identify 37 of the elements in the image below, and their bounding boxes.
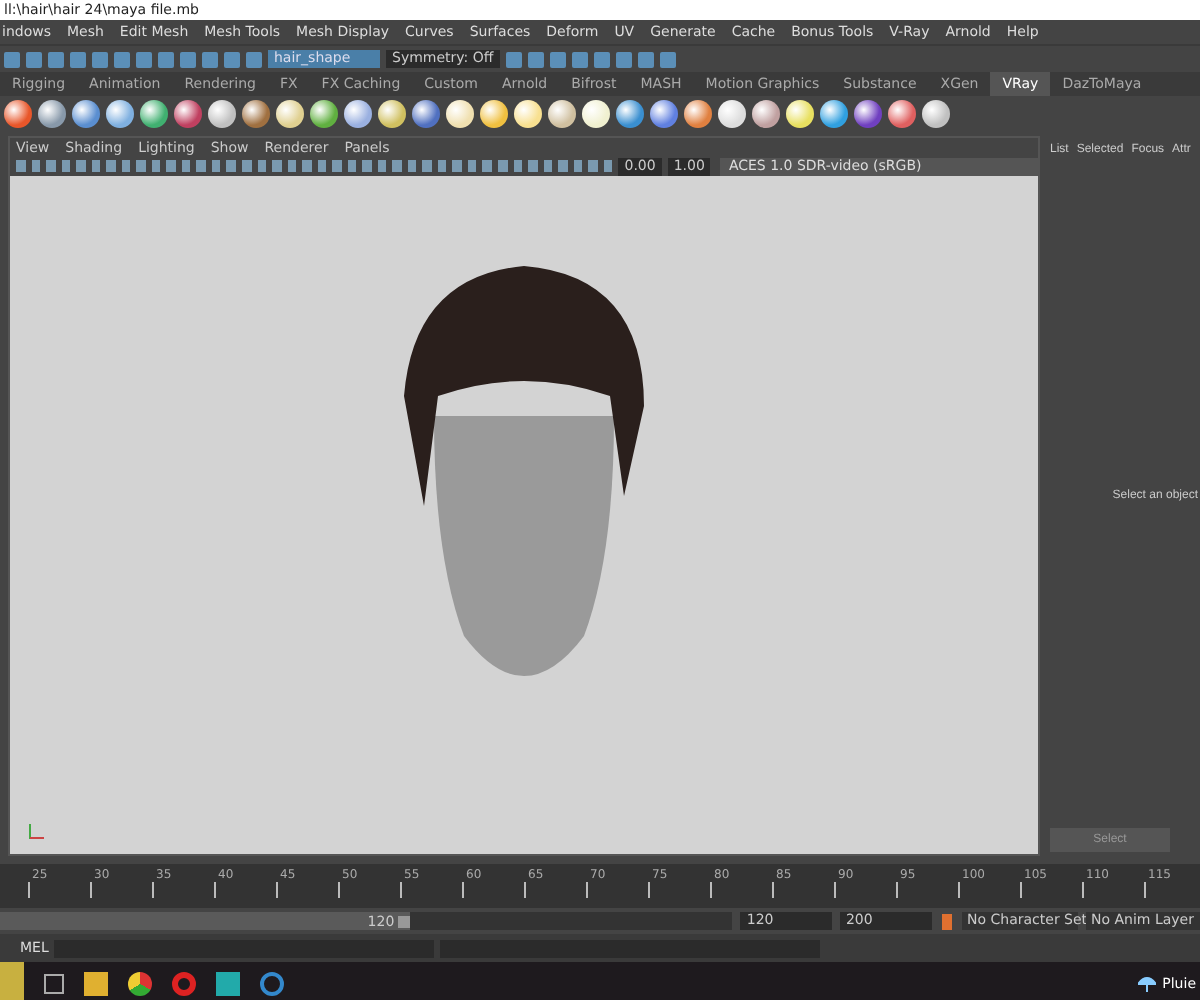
shelf-tool-icon[interactable] xyxy=(412,100,440,128)
shelf-tool-icon[interactable] xyxy=(922,100,950,128)
shelf-tool-icon[interactable] xyxy=(72,100,100,128)
shelf-tool-icon[interactable] xyxy=(276,100,304,128)
shelf-tool-icon[interactable] xyxy=(208,100,236,128)
shelf-tool-icon[interactable] xyxy=(854,100,882,128)
shelf-tool-icon[interactable] xyxy=(582,100,610,128)
browser-icon[interactable] xyxy=(128,971,152,995)
shelf-tool-icon[interactable] xyxy=(616,100,644,128)
umbrella-icon xyxy=(1138,974,1157,992)
shelf-tool-icon[interactable] xyxy=(888,100,916,128)
shelf-tool-icon[interactable] xyxy=(4,100,32,128)
shelf-tool-icon[interactable] xyxy=(514,100,542,128)
shelf-tool-icon[interactable] xyxy=(310,100,338,128)
app-icon[interactable] xyxy=(216,971,240,995)
shelf-tool-icon[interactable] xyxy=(548,100,576,128)
shelf-tool-icon[interactable] xyxy=(650,100,678,128)
shelf-tool-icon[interactable] xyxy=(378,100,406,128)
folder-icon[interactable] xyxy=(84,971,108,995)
shelf-tool-icon[interactable] xyxy=(106,100,134,128)
shelf-tool-icon[interactable] xyxy=(820,100,848,128)
shelf-tool-icon[interactable] xyxy=(174,100,202,128)
axis-icon xyxy=(26,822,46,842)
ring-icon[interactable] xyxy=(172,971,196,995)
shelf-tool-icon[interactable] xyxy=(684,100,712,128)
shelf-tool-icon[interactable] xyxy=(480,100,508,128)
shelf-tool-icon[interactable] xyxy=(718,100,746,128)
shelf-tool-icon[interactable] xyxy=(786,100,814,128)
shelf-tool-icon[interactable] xyxy=(140,100,168,128)
shelf-tool-icon[interactable] xyxy=(242,100,270,128)
shelf-tool-icon[interactable] xyxy=(446,100,474,128)
shelf-tool-icon[interactable] xyxy=(344,100,372,128)
shelf-tool-icon[interactable] xyxy=(38,100,66,128)
thumbnail-icon[interactable] xyxy=(0,962,24,1000)
task-view-icon[interactable] xyxy=(44,973,64,993)
shelf-tool-icon[interactable] xyxy=(752,100,780,128)
circle-icon[interactable] xyxy=(260,971,284,995)
